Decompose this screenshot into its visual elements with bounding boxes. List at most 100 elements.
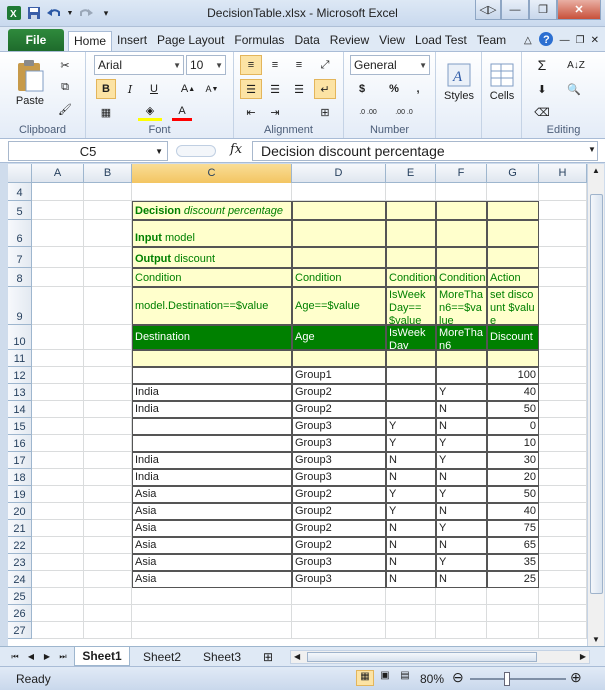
data-cell[interactable]: Group1 — [292, 367, 386, 384]
row-header[interactable]: 16 — [8, 435, 32, 452]
empty-cell[interactable] — [32, 435, 84, 452]
empty-cell[interactable] — [539, 268, 587, 287]
column-title-cell[interactable]: Age — [292, 325, 386, 350]
data-cell[interactable]: Group3 — [292, 418, 386, 435]
fill-color-icon[interactable]: ◈ — [138, 103, 162, 121]
empty-cell[interactable] — [487, 605, 539, 622]
row-header[interactable]: 22 — [8, 537, 32, 554]
borders-icon[interactable]: ▦ — [96, 103, 116, 121]
column-title-cell[interactable]: IsWeekDay — [386, 325, 436, 350]
data-cell[interactable]: India — [132, 452, 292, 469]
empty-cell[interactable] — [132, 183, 292, 201]
data-cell[interactable]: 50 — [487, 486, 539, 503]
data-cell[interactable]: Group3 — [292, 469, 386, 486]
empty-cell[interactable] — [84, 486, 132, 503]
empty-cell[interactable] — [539, 588, 587, 605]
minimize-button[interactable]: — — [501, 0, 529, 20]
empty-cell[interactable] — [32, 268, 84, 287]
empty-cell[interactable] — [539, 201, 587, 220]
cells-button[interactable]: Cells — [484, 57, 520, 107]
table-title-cell[interactable]: Input model — [132, 220, 292, 247]
empty-cell[interactable] — [292, 588, 386, 605]
cut-icon[interactable]: ✂ — [56, 57, 74, 73]
column-header[interactable]: G — [487, 164, 539, 183]
table-cell[interactable] — [436, 201, 487, 220]
empty-cell[interactable] — [539, 435, 587, 452]
empty-cell[interactable] — [539, 418, 587, 435]
data-cell[interactable]: Asia — [132, 537, 292, 554]
tab-review[interactable]: Review — [325, 31, 374, 51]
table-cell[interactable] — [487, 350, 539, 367]
empty-cell[interactable] — [32, 183, 84, 201]
scroll-right-icon[interactable]: ▶ — [580, 652, 586, 661]
table-cell[interactable] — [436, 350, 487, 367]
tab-load-test[interactable]: Load Test — [410, 31, 472, 51]
row-header[interactable]: 10 — [8, 325, 32, 350]
table-cell[interactable] — [487, 201, 539, 220]
data-cell[interactable]: India — [132, 469, 292, 486]
empty-cell[interactable] — [84, 350, 132, 367]
data-cell[interactable]: 20 — [487, 469, 539, 486]
insert-sheet-icon[interactable]: ⊞ — [258, 647, 278, 666]
align-right-icon[interactable]: ☰ — [288, 79, 310, 99]
row-header[interactable]: 12 — [8, 367, 32, 384]
condition-header-cell[interactable]: Action — [487, 268, 539, 287]
data-cell[interactable]: N — [386, 469, 436, 486]
switch-window-icon[interactable]: ◁▷ — [475, 0, 501, 20]
empty-cell[interactable] — [84, 367, 132, 384]
data-cell[interactable]: India — [132, 401, 292, 418]
empty-cell[interactable] — [292, 183, 386, 201]
empty-cell[interactable] — [539, 401, 587, 418]
next-sheet-icon[interactable]: ▶ — [40, 647, 54, 666]
data-cell[interactable]: N — [436, 418, 487, 435]
data-cell[interactable]: 40 — [487, 503, 539, 520]
empty-cell[interactable] — [32, 605, 84, 622]
empty-cell[interactable] — [84, 571, 132, 588]
empty-cell[interactable] — [32, 418, 84, 435]
data-cell[interactable] — [132, 367, 292, 384]
data-cell[interactable] — [386, 384, 436, 401]
empty-cell[interactable] — [539, 469, 587, 486]
data-cell[interactable]: Group2 — [292, 503, 386, 520]
data-cell[interactable]: Group3 — [292, 452, 386, 469]
table-title-cell[interactable]: Decision discount percentage — [132, 201, 292, 220]
expression-cell[interactable]: set discount $value — [487, 287, 539, 325]
first-sheet-icon[interactable]: ⏮ — [8, 647, 22, 666]
row-header[interactable]: 24 — [8, 571, 32, 588]
row-header[interactable]: 27 — [8, 622, 32, 639]
data-cell[interactable]: Y — [386, 503, 436, 520]
row-header[interactable]: 21 — [8, 520, 32, 537]
data-cell[interactable]: Asia — [132, 571, 292, 588]
empty-cell[interactable] — [84, 554, 132, 571]
data-cell[interactable]: Y — [436, 554, 487, 571]
orientation-icon[interactable]: ⤢ — [314, 55, 336, 75]
empty-cell[interactable] — [132, 605, 292, 622]
row-header[interactable]: 4 — [8, 183, 32, 201]
empty-cell[interactable] — [84, 183, 132, 201]
condition-header-cell[interactable]: Condition — [292, 268, 386, 287]
number-format-select[interactable]: General ▼ — [350, 55, 430, 75]
empty-cell[interactable] — [539, 287, 587, 325]
empty-cell[interactable] — [386, 605, 436, 622]
decrease-indent-icon[interactable]: ⇤ — [240, 103, 262, 121]
empty-cell[interactable] — [32, 247, 84, 268]
font-color-icon[interactable]: A — [172, 103, 192, 121]
data-cell[interactable]: Y — [386, 486, 436, 503]
table-cell[interactable] — [292, 201, 386, 220]
empty-cell[interactable] — [292, 605, 386, 622]
close-button[interactable]: ✕ — [557, 0, 601, 20]
table-cell[interactable] — [386, 350, 436, 367]
font-size-select[interactable]: 10 ▼ — [186, 55, 226, 75]
last-sheet-icon[interactable]: ⏭ — [56, 647, 70, 666]
table-cell[interactable] — [436, 220, 487, 247]
zoom-in-icon[interactable]: ⊕ — [570, 669, 582, 686]
column-header[interactable]: A — [32, 164, 84, 183]
align-top-icon[interactable]: ≡ — [240, 55, 262, 75]
empty-cell[interactable] — [84, 201, 132, 220]
increase-decimal-button[interactable]: .0 .00 — [352, 103, 384, 121]
data-cell[interactable]: Asia — [132, 486, 292, 503]
data-cell[interactable]: Y — [436, 520, 487, 537]
column-header[interactable]: F — [436, 164, 487, 183]
empty-cell[interactable] — [539, 384, 587, 401]
empty-cell[interactable] — [487, 622, 539, 639]
